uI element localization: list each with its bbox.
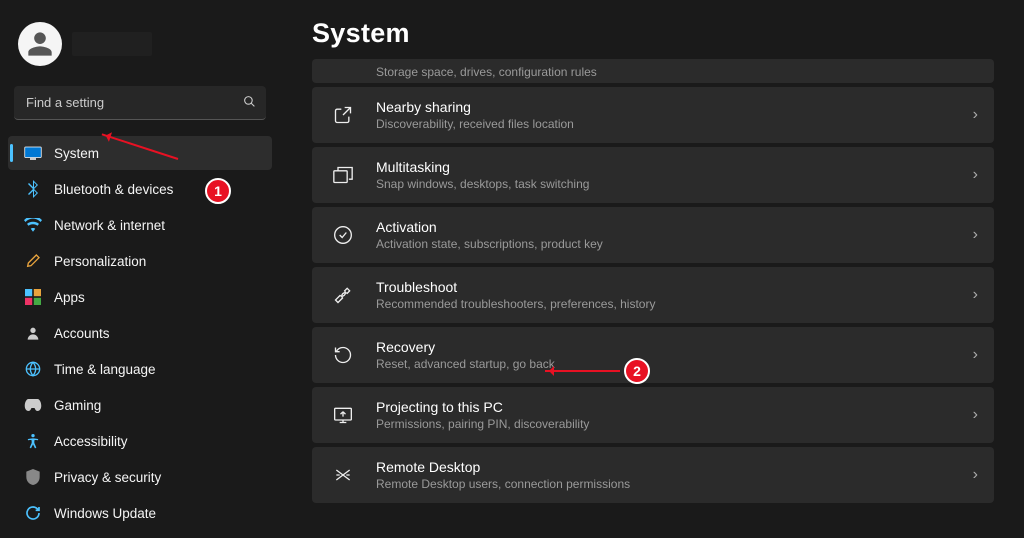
- card-title: Multitasking: [376, 159, 955, 175]
- nav-item-network[interactable]: Network & internet: [8, 208, 272, 242]
- nav-label: Accounts: [54, 326, 110, 341]
- chevron-right-icon: ›: [973, 286, 978, 304]
- card-sub: Recommended troubleshooters, preferences…: [376, 297, 955, 311]
- update-icon: [24, 504, 42, 522]
- page-title: System: [312, 18, 1000, 49]
- nav-label: Privacy & security: [54, 470, 161, 485]
- chevron-right-icon: ›: [973, 226, 978, 244]
- nav-item-privacy[interactable]: Privacy & security: [8, 460, 272, 494]
- annotation-arrow-2: [545, 370, 620, 372]
- nav-label: Personalization: [54, 254, 146, 269]
- search-box[interactable]: [14, 86, 266, 120]
- card-sub: Storage space, drives, configuration rul…: [376, 65, 597, 79]
- chevron-right-icon: ›: [973, 466, 978, 484]
- settings-list[interactable]: Storage space, drives, configuration rul…: [312, 59, 1000, 531]
- system-icon: [24, 144, 42, 162]
- nav-item-bluetooth[interactable]: Bluetooth & devices: [8, 172, 272, 206]
- accessibility-icon: [24, 432, 42, 450]
- person-icon: [26, 30, 54, 58]
- projecting-icon: [328, 406, 358, 424]
- card-title: Projecting to this PC: [376, 399, 955, 415]
- profile-section[interactable]: [8, 14, 272, 78]
- recovery-icon: [328, 345, 358, 365]
- wifi-icon: [24, 216, 42, 234]
- card-sub: Snap windows, desktops, task switching: [376, 177, 955, 191]
- sidebar: System Bluetooth & devices Network & int…: [0, 0, 280, 538]
- chevron-right-icon: ›: [973, 166, 978, 184]
- card-title: Troubleshoot: [376, 279, 955, 295]
- annotation-badge-1: 1: [205, 178, 231, 204]
- card-title: Recovery: [376, 339, 955, 355]
- gamepad-icon: [24, 396, 42, 414]
- brush-icon: [24, 252, 42, 270]
- search-icon: [243, 95, 256, 111]
- card-sub: Remote Desktop users, connection permiss…: [376, 477, 955, 491]
- nav-item-personalization[interactable]: Personalization: [8, 244, 272, 278]
- bluetooth-icon: [24, 180, 42, 198]
- card-sub: Reset, advanced startup, go back: [376, 357, 955, 371]
- annotation-badge-2: 2: [624, 358, 650, 384]
- wrench-icon: [328, 285, 358, 305]
- card-multitasking[interactable]: Multitasking Snap windows, desktops, tas…: [312, 147, 994, 203]
- card-recovery[interactable]: Recovery Reset, advanced startup, go bac…: [312, 327, 994, 383]
- chevron-right-icon: ›: [973, 406, 978, 424]
- nav-item-accounts[interactable]: Accounts: [8, 316, 272, 350]
- card-nearby-sharing[interactable]: Nearby sharing Discoverability, received…: [312, 87, 994, 143]
- card-projecting[interactable]: Projecting to this PC Permissions, pairi…: [312, 387, 994, 443]
- multitask-icon: [328, 166, 358, 184]
- nav-label: Bluetooth & devices: [54, 182, 173, 197]
- check-circle-icon: [328, 225, 358, 245]
- search-input[interactable]: [14, 86, 266, 120]
- chevron-right-icon: ›: [973, 346, 978, 364]
- card-sub: Activation state, subscriptions, product…: [376, 237, 955, 251]
- card-troubleshoot[interactable]: Troubleshoot Recommended troubleshooters…: [312, 267, 994, 323]
- nav-label: Accessibility: [54, 434, 128, 449]
- card-sub: Permissions, pairing PIN, discoverabilit…: [376, 417, 955, 431]
- card-activation[interactable]: Activation Activation state, subscriptio…: [312, 207, 994, 263]
- globe-icon: [24, 360, 42, 378]
- nav-item-update[interactable]: Windows Update: [8, 496, 272, 530]
- nav-item-time[interactable]: Time & language: [8, 352, 272, 386]
- card-remote-desktop[interactable]: Remote Desktop Remote Desktop users, con…: [312, 447, 994, 503]
- nav-label: Apps: [54, 290, 85, 305]
- remote-icon: [328, 466, 358, 484]
- nav-label: Network & internet: [54, 218, 165, 233]
- shield-icon: [24, 468, 42, 486]
- card-title: Activation: [376, 219, 955, 235]
- nav-label: Time & language: [54, 362, 156, 377]
- nav-item-gaming[interactable]: Gaming: [8, 388, 272, 422]
- nav-item-system[interactable]: System: [8, 136, 272, 170]
- nav-label: Gaming: [54, 398, 101, 413]
- card-title: Remote Desktop: [376, 459, 955, 475]
- profile-name-redacted: [72, 32, 152, 56]
- card-storage[interactable]: Storage space, drives, configuration rul…: [312, 59, 994, 83]
- nav-list: System Bluetooth & devices Network & int…: [8, 136, 272, 530]
- nav-item-apps[interactable]: Apps: [8, 280, 272, 314]
- nav-item-accessibility[interactable]: Accessibility: [8, 424, 272, 458]
- chevron-right-icon: ›: [973, 106, 978, 124]
- accounts-icon: [24, 324, 42, 342]
- card-title: Nearby sharing: [376, 99, 955, 115]
- card-sub: Discoverability, received files location: [376, 117, 955, 131]
- main-content: System Storage space, drives, configurat…: [280, 0, 1024, 538]
- apps-icon: [24, 288, 42, 306]
- avatar: [18, 22, 62, 66]
- nav-label: System: [54, 146, 99, 161]
- share-icon: [328, 105, 358, 125]
- nav-label: Windows Update: [54, 506, 156, 521]
